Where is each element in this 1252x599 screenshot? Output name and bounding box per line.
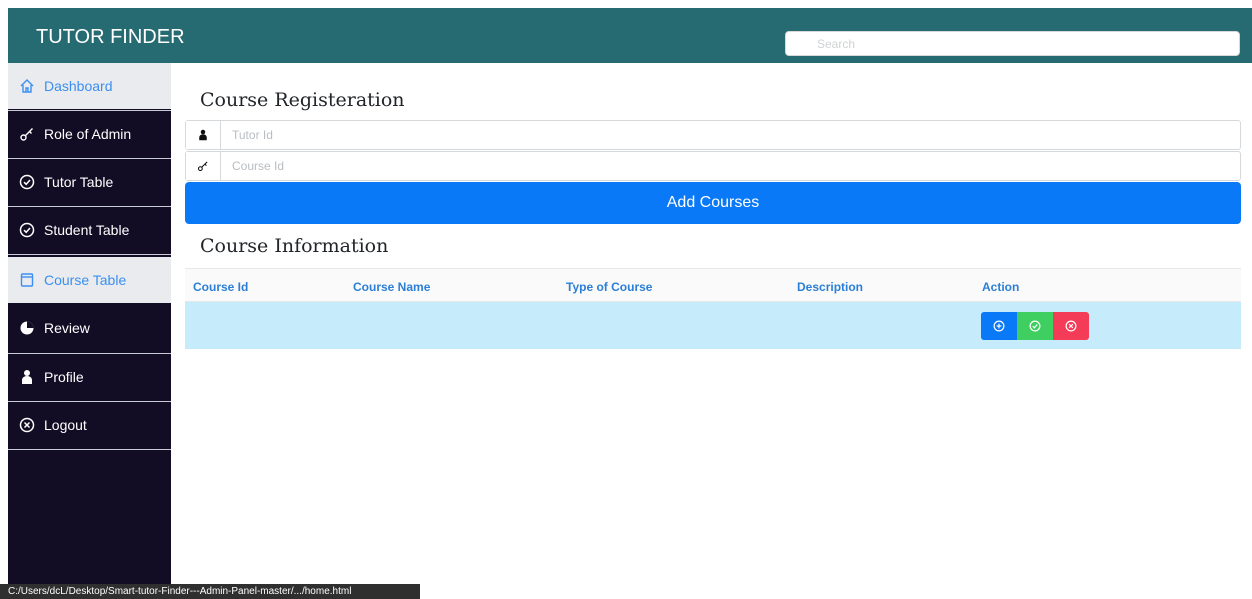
sidebar-item-profile[interactable]: Profile xyxy=(8,354,171,400)
key-icon xyxy=(186,152,221,180)
close-circle-icon xyxy=(1065,320,1077,332)
check-circle-icon xyxy=(18,221,36,239)
sidebar-item-label: Role of Admin xyxy=(44,126,132,142)
user-icon xyxy=(18,368,36,386)
sidebar-item-label: Student Table xyxy=(44,222,130,238)
home-icon xyxy=(18,77,36,95)
sidebar: Dashboard Role of Admin Tutor Table Stud… xyxy=(8,63,171,591)
pie-chart-icon xyxy=(18,319,36,337)
tutor-id-field[interactable] xyxy=(222,121,1240,149)
check-circle-icon xyxy=(1029,320,1041,332)
section-title: Course Information xyxy=(200,235,389,257)
check-circle-icon xyxy=(18,173,36,191)
sidebar-item-review[interactable]: Review xyxy=(8,305,171,351)
search-input[interactable] xyxy=(785,31,1240,56)
sidebar-item-label: Course Table xyxy=(44,272,127,288)
sidebar-item-label: Dashboard xyxy=(44,78,113,94)
add-row-button[interactable] xyxy=(981,312,1017,340)
add-circle-icon xyxy=(993,320,1005,332)
page-title: Course Registeration xyxy=(200,89,405,111)
sidebar-item-course-table[interactable]: Course Table xyxy=(8,257,171,303)
approve-row-button[interactable] xyxy=(1017,312,1053,340)
book-icon xyxy=(18,271,36,289)
column-header-action: Action xyxy=(982,280,1020,294)
delete-row-button[interactable] xyxy=(1053,312,1089,340)
sidebar-item-label: Logout xyxy=(44,417,87,433)
sidebar-item-tutor-table[interactable]: Tutor Table xyxy=(8,159,171,205)
course-id-group xyxy=(185,151,1241,181)
divider xyxy=(8,449,171,450)
tutor-id-group xyxy=(185,120,1241,150)
column-header-type-of-course: Type of Course xyxy=(566,280,653,294)
table-row xyxy=(185,302,1241,349)
sidebar-item-label: Profile xyxy=(44,369,84,385)
divider xyxy=(8,254,171,255)
sidebar-item-logout[interactable]: Logout xyxy=(8,402,171,448)
sidebar-item-label: Tutor Table xyxy=(44,174,114,190)
top-header: TUTOR FINDER xyxy=(8,8,1252,63)
add-courses-button[interactable]: Add Courses xyxy=(185,182,1241,224)
browser-status-bar: C:/Users/dcL/Desktop/Smart-tutor-Finder-… xyxy=(0,584,420,599)
page: TUTOR FINDER Dashboard Role of Admin Tut… xyxy=(0,0,1252,599)
user-icon xyxy=(186,121,221,149)
brand-title: TUTOR FINDER xyxy=(36,26,185,48)
course-id-field[interactable] xyxy=(222,152,1240,180)
key-icon xyxy=(18,125,36,143)
sidebar-item-dashboard[interactable]: Dashboard xyxy=(8,63,171,109)
column-header-description: Description xyxy=(797,280,864,294)
column-header-course-id: Course Id xyxy=(193,280,249,294)
sidebar-item-role-of-admin[interactable]: Role of Admin xyxy=(8,111,171,157)
column-header-course-name: Course Name xyxy=(353,280,431,294)
sidebar-item-label: Review xyxy=(44,320,90,336)
table-header: Course Id Course Name Type of Course Des… xyxy=(185,268,1241,302)
close-circle-icon xyxy=(18,416,36,434)
sidebar-item-student-table[interactable]: Student Table xyxy=(8,207,171,253)
